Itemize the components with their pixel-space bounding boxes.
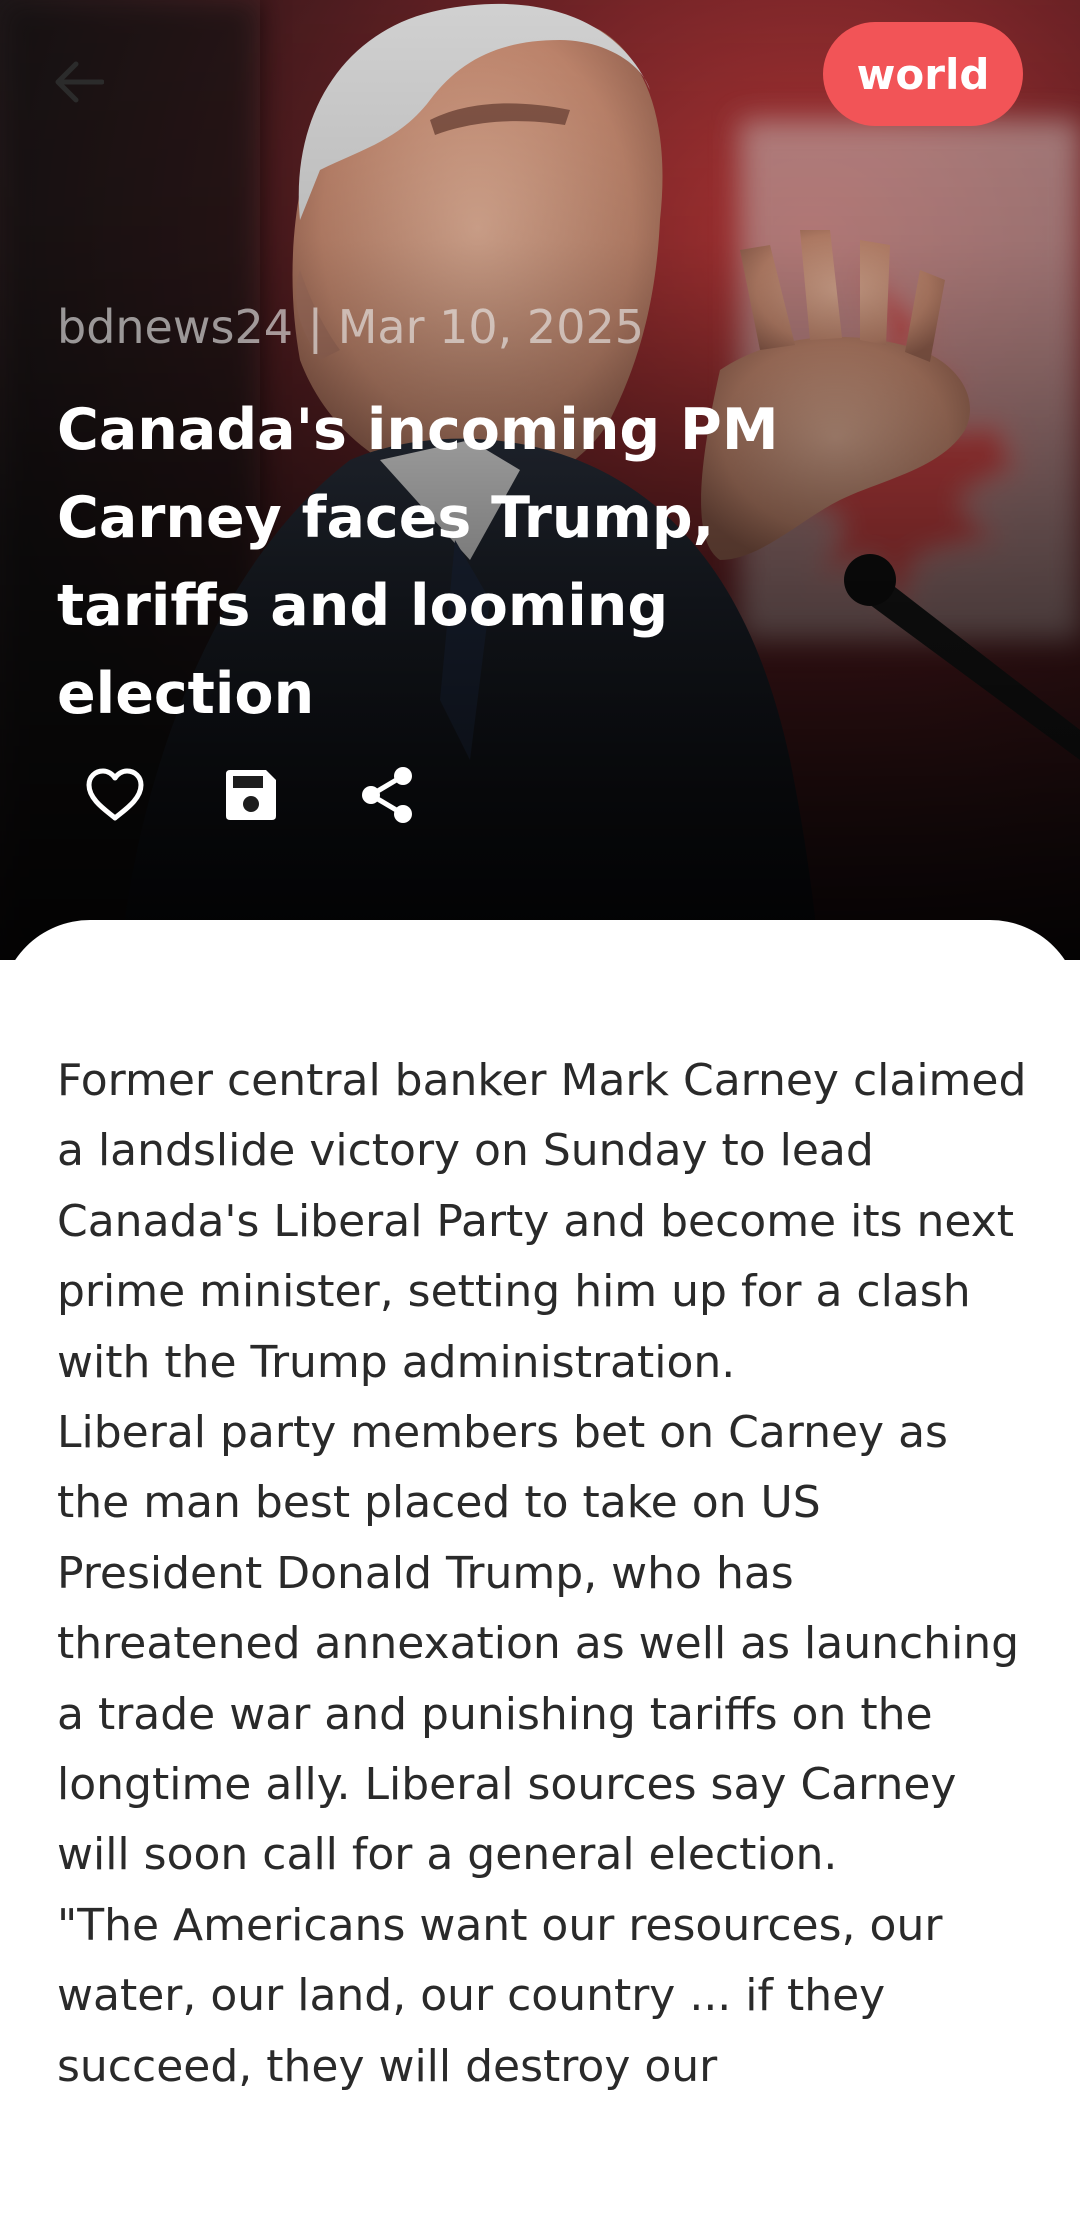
article-paragraph: Liberal party members bet on Carney as t… [57, 1407, 1020, 1881]
article-date: Mar 10, 2025 [337, 300, 644, 354]
like-button[interactable] [82, 752, 148, 838]
article-paragraph: Former central banker Mark Carney claime… [57, 1055, 1027, 1388]
share-icon [362, 767, 412, 823]
share-button[interactable] [354, 752, 420, 838]
article-body: Former central banker Mark Carney claime… [57, 1046, 1032, 2102]
arrow-left-icon [55, 61, 104, 103]
article-title: Canada's incoming PM Carney faces Trump,… [57, 397, 779, 727]
category-badge[interactable]: world [823, 22, 1023, 126]
save-button[interactable] [218, 752, 284, 838]
article-actions [82, 752, 420, 838]
article-source: bdnews24 [57, 300, 293, 354]
floppy-disk-icon [226, 770, 276, 820]
article-paragraph: "The Americans want our resources, our w… [57, 1899, 943, 2092]
heart-outline-icon [86, 768, 144, 821]
article-meta: bdnews24 | Mar 10, 2025 [57, 300, 644, 354]
back-button[interactable] [36, 40, 120, 124]
meta-separator: | [307, 300, 324, 354]
